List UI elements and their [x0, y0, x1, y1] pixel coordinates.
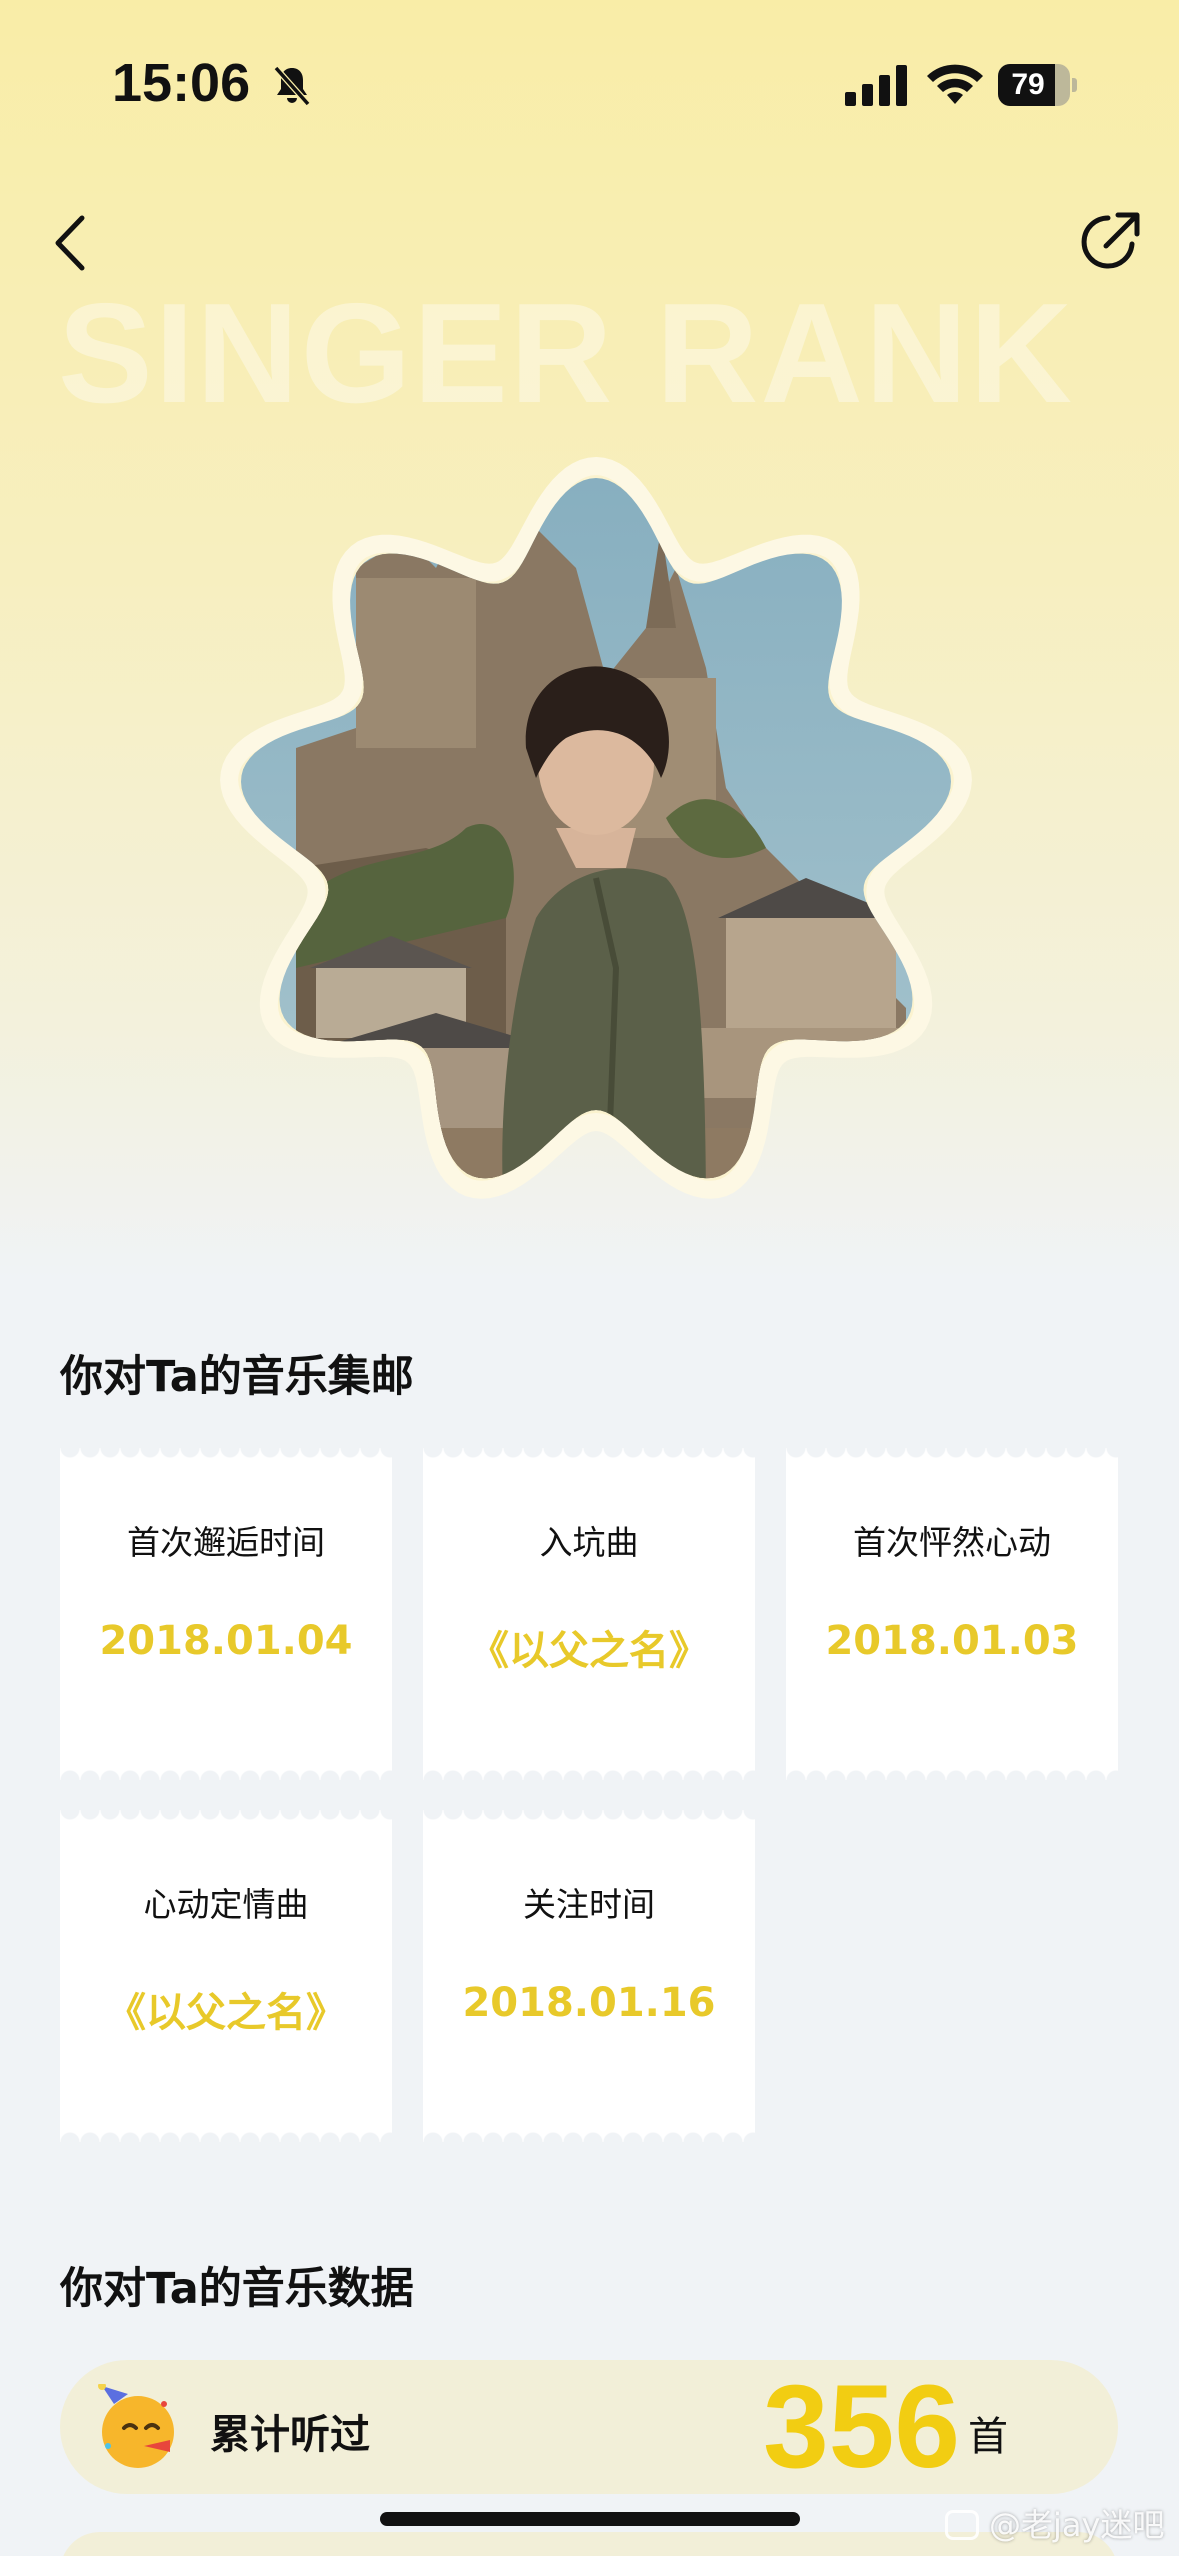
- singer-photo-badge: [220, 456, 972, 1199]
- stamp-card-love-song: 心动定情曲 《以父之名》: [60, 1810, 392, 2142]
- status-bar: 15:06 79: [0, 0, 1179, 160]
- stamp-value: 《以父之名》: [469, 1628, 709, 1674]
- stamp-label: 关注时间: [523, 1885, 655, 1924]
- stamp-card-first-meet: 首次邂逅时间 2018.01.04: [60, 1448, 392, 1780]
- data-section-title: 你对Ta的音乐数据: [60, 2264, 414, 2314]
- share-icon[interactable]: [1078, 208, 1144, 274]
- home-indicator[interactable]: [380, 2512, 800, 2526]
- stamp-card-follow-time: 关注时间 2018.01.16: [423, 1810, 755, 2142]
- corner-watermark: @老jay迷吧: [945, 2500, 1164, 2546]
- stamp-value: 2018.01.16: [462, 1980, 716, 2026]
- battery-indicator: 79: [998, 64, 1078, 106]
- status-time: 15:06: [112, 53, 251, 113]
- weibo-logo-icon: [945, 2510, 979, 2540]
- stamp-card-entry-song: 入坑曲 《以父之名》: [423, 1448, 755, 1780]
- battery-percent: 79: [1011, 68, 1045, 101]
- silent-bell-icon: [273, 66, 311, 106]
- stamp-label: 心动定情曲: [143, 1885, 309, 1924]
- stamp-value: 2018.01.04: [99, 1618, 353, 1664]
- stat-row-listened: 累计听过 356 首: [60, 2360, 1118, 2494]
- collection-section-title: 你对Ta的音乐集邮: [60, 1352, 414, 1402]
- stat-unit: 首: [968, 2414, 1008, 2460]
- stamp-label: 首次怦然心动: [853, 1523, 1051, 1562]
- cellular-signal-icon: [845, 65, 907, 106]
- stamp-label: 入坑曲: [539, 1523, 639, 1562]
- partying-face-icon: [98, 2384, 174, 2468]
- back-chevron-icon[interactable]: [48, 210, 94, 276]
- singer-rank-watermark: SINGER RANK: [58, 274, 1075, 433]
- stat-label: 累计听过: [210, 2412, 370, 2458]
- stat-value: 356: [763, 2361, 960, 2493]
- stamp-value: 2018.01.03: [825, 1618, 1079, 1664]
- stamp-card-first-heartbeat: 首次怦然心动 2018.01.03: [786, 1448, 1118, 1780]
- watermark-text: @老jay迷吧: [989, 2506, 1165, 2544]
- stamp-label: 首次邂逅时间: [127, 1523, 325, 1562]
- stamp-value: 《以父之名》: [106, 1990, 346, 2036]
- wifi-icon: [927, 64, 983, 104]
